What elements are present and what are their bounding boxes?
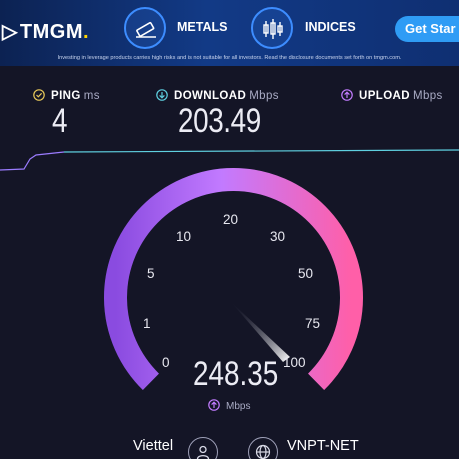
current-speed-unit: Mbps xyxy=(226,401,251,412)
globe-icon[interactable] xyxy=(248,437,278,459)
gauge-tick-30: 30 xyxy=(270,229,286,244)
current-speed-value: 248.35 xyxy=(193,355,279,393)
gauge-tick-20: 20 xyxy=(223,212,239,227)
gauge-tick-1: 1 xyxy=(143,316,151,331)
gauge-tick-75: 75 xyxy=(305,316,321,331)
upload-arrow-icon xyxy=(208,399,220,411)
user-icon[interactable] xyxy=(188,437,218,459)
gauge-tick-10: 10 xyxy=(176,229,192,244)
gauge-tick-50: 50 xyxy=(298,266,314,281)
gauge-tick-5: 5 xyxy=(147,266,155,281)
current-speed-unit-row: Mbps xyxy=(208,399,250,412)
isp-name: Viettel xyxy=(133,438,174,454)
gauge-tick-0: 0 xyxy=(162,355,170,370)
server-name[interactable]: VNPT-NET xyxy=(287,438,359,454)
gauge-needle xyxy=(230,301,290,362)
gauge-tick-100: 100 xyxy=(283,355,306,370)
